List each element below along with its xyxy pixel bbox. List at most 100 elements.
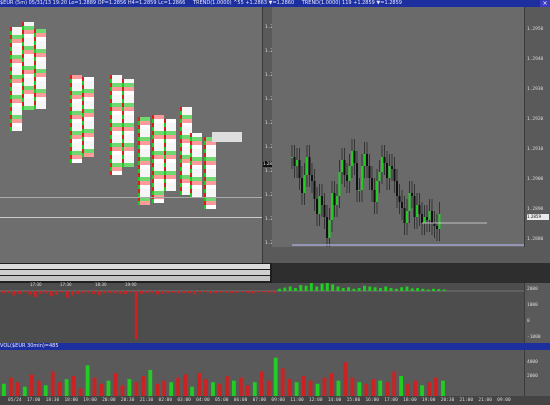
time-axis-label: 07:00	[252, 398, 267, 403]
price-candle	[296, 160, 298, 166]
delta-tick: 1000	[527, 303, 538, 308]
price-candle	[323, 205, 326, 217]
time-axis-label: 21:00	[478, 398, 492, 403]
delta-bar	[182, 291, 186, 293]
volume-bar	[36, 380, 41, 396]
footprint-column	[164, 119, 176, 191]
volume-bar	[120, 385, 125, 396]
trend-title-2: TREND(1.0000) 119 +1.2859 ▼=1.2859	[301, 0, 402, 6]
delta-bar	[55, 291, 59, 295]
delta-bar	[150, 291, 154, 293]
stats-row-delta	[0, 264, 270, 269]
delta-histogram-panel[interactable]: 17:30 17:30 18:30 19:00	[0, 282, 524, 343]
volume-bar	[169, 382, 174, 396]
time-axis-label: 20:30	[440, 398, 455, 403]
volume-panel[interactable]	[0, 350, 524, 396]
volume-bar	[238, 377, 243, 396]
price-candle	[291, 157, 293, 158]
delta-bar	[7, 291, 11, 293]
delta-bar	[416, 288, 420, 291]
price-candle	[401, 202, 403, 208]
volume-bar	[301, 376, 306, 396]
volume-bar	[2, 383, 6, 396]
price-candle	[428, 211, 431, 220]
volume-bar	[22, 386, 27, 396]
price-candle	[311, 175, 313, 181]
delta-bar	[272, 291, 276, 294]
footprint-cell	[10, 127, 22, 131]
volume-bar	[350, 377, 355, 396]
volume-scale[interactable]: 4000 2000	[524, 350, 550, 396]
time-label-2: 18:30	[95, 282, 107, 287]
volume-bar	[371, 379, 376, 396]
price-chart-panel[interactable]	[272, 7, 524, 247]
footprint-cell	[110, 171, 122, 175]
trend-title: TREND(1.0000) ^55 +1.2863 ▼=1.2860	[192, 0, 295, 6]
footprint-chart-panel[interactable]	[0, 7, 262, 263]
delta-bar	[437, 289, 441, 291]
footprint-cell	[34, 105, 46, 109]
delta-bar	[134, 291, 138, 340]
delta-bar	[108, 291, 112, 293]
right-price-scale[interactable]: 1.2950 1.2940 1.2930 1.2920 1.2910 1.2900 1.28…	[524, 7, 550, 247]
price-candle	[343, 160, 346, 175]
price-candle	[366, 154, 368, 166]
time-axis-label: 19:00	[421, 398, 436, 403]
delta-bar	[315, 286, 319, 291]
price-candle	[421, 214, 423, 223]
time-axis-label: 18:00	[403, 398, 417, 403]
price-candle	[386, 163, 388, 178]
price-candle	[438, 214, 441, 229]
delta-scale[interactable]: 2000 1000 0 -1000	[524, 283, 550, 343]
time-axis[interactable]: 05/24 17:00 18:30 18:00 19:00 20:00 20:30 21:30…	[0, 396, 550, 405]
delta-bar	[161, 291, 165, 294]
delta-bar	[299, 285, 303, 291]
volume-bar	[378, 380, 383, 396]
delta-bar	[76, 291, 80, 294]
footprint-cell	[82, 153, 94, 157]
footprint-cell	[152, 199, 164, 203]
price-candle	[426, 217, 428, 220]
price-candle	[353, 151, 356, 163]
time-axis-label: 05/24	[8, 398, 22, 403]
delta-bar	[304, 285, 308, 291]
volume-bar	[92, 377, 97, 396]
price-candle	[406, 211, 408, 223]
delta-bar	[294, 288, 297, 291]
footprint-column	[10, 27, 22, 131]
price-candle	[418, 205, 421, 214]
delta-bar	[283, 287, 287, 291]
price-candle	[416, 205, 418, 217]
delta-bar	[389, 288, 393, 291]
price-candle	[383, 157, 386, 163]
delta-bars	[0, 283, 524, 340]
delta-bar	[363, 285, 366, 291]
window-close-icon[interactable]: ×	[540, 0, 550, 7]
delta-bar	[113, 291, 117, 294]
volume-bar	[148, 369, 153, 396]
volume-bar	[294, 382, 299, 396]
price-candle	[356, 163, 358, 190]
delta-bar	[331, 284, 335, 291]
price-candle	[371, 178, 373, 190]
delta-bar	[124, 291, 128, 294]
delta-bar	[171, 291, 175, 293]
price-candle	[396, 181, 398, 196]
delta-bar	[325, 283, 329, 291]
time-axis-label: 14:00	[327, 398, 342, 403]
time-axis-label: 05:00	[214, 398, 229, 403]
volume-bar	[218, 383, 222, 396]
volume-bar	[211, 382, 215, 396]
footprint-cell	[164, 187, 176, 191]
price-candle	[333, 193, 336, 205]
footprint-column	[138, 117, 150, 205]
delta-bar	[219, 291, 223, 293]
volume-bar	[392, 371, 397, 396]
delta-bar	[262, 291, 266, 293]
volume-title-bar: VOL($EUR 30min)=485	[0, 343, 550, 350]
price-candle	[301, 178, 303, 193]
price-candle	[303, 175, 306, 193]
price-candle	[403, 208, 406, 223]
time-axis-label: 20:00	[102, 398, 116, 403]
time-axis-label: 18:00	[64, 398, 78, 403]
